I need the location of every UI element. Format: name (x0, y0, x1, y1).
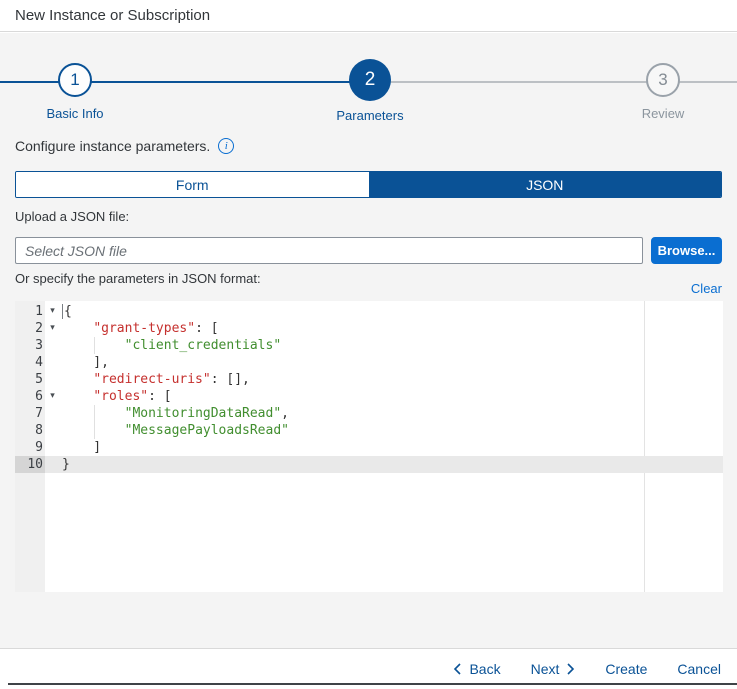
dialog-bottom-edge (8, 683, 737, 685)
browse-button[interactable]: Browse... (651, 237, 722, 264)
step-2-label: Parameters (336, 108, 403, 123)
tab-json[interactable]: JSON (369, 172, 722, 197)
editor-line-8[interactable]: 8 "MessagePayloadsRead" (15, 422, 723, 439)
form-json-segmented-control: Form JSON (15, 171, 722, 198)
line-number: 5 (15, 371, 45, 388)
text-cursor (62, 304, 63, 319)
editor-line-6[interactable]: 6▾ "roles": [ (15, 388, 723, 405)
step-3-circle[interactable]: 3 (646, 63, 680, 97)
editor-line-2[interactable]: 2▾ "grant-types": [ (15, 320, 723, 337)
line-number: 4 (15, 354, 45, 371)
dialog-content: 1 Basic Info 2 Parameters 3 Review Confi… (0, 33, 737, 648)
back-button-label: Back (469, 661, 500, 677)
fold-spacer (45, 405, 60, 422)
editor-lines[interactable]: 1▾{2▾ "grant-types": [3 "client_credenti… (15, 303, 723, 473)
configure-parameters-row: Configure instance parameters. i (15, 138, 234, 154)
code-text[interactable]: } (60, 456, 723, 473)
cancel-button[interactable]: Cancel (677, 661, 721, 677)
line-number: 6 (15, 388, 45, 405)
json-file-input[interactable] (15, 237, 643, 264)
fold-spacer (45, 422, 60, 439)
code-text[interactable]: "MonitoringDataRead", (60, 405, 723, 422)
fold-spacer (45, 371, 60, 388)
line-number: 1 (15, 303, 45, 320)
code-text[interactable]: "redirect-uris": [], (60, 371, 723, 388)
editor-line-4[interactable]: 4 ], (15, 354, 723, 371)
chevron-left-icon (453, 663, 462, 675)
editor-line-9[interactable]: 9 ] (15, 439, 723, 456)
cancel-button-label: Cancel (677, 661, 721, 677)
indent-guide (94, 422, 95, 439)
dialog-title: New Instance or Subscription (15, 7, 210, 24)
step-2-circle[interactable]: 2 (349, 59, 391, 101)
fold-spacer (45, 354, 60, 371)
create-button[interactable]: Create (605, 661, 647, 677)
info-icon[interactable]: i (218, 138, 234, 154)
step-3-label: Review (642, 106, 685, 121)
fold-arrow-icon[interactable]: ▾ (45, 303, 60, 320)
dialog-footer: Back Next Create Cancel (0, 648, 737, 689)
line-number: 10 (15, 456, 45, 473)
chevron-right-icon (566, 663, 575, 675)
wizard-stepper: 1 Basic Info 2 Parameters 3 Review (0, 33, 737, 133)
tab-form[interactable]: Form (16, 172, 369, 197)
new-instance-dialog: New Instance or Subscription 1 Basic Inf… (0, 0, 737, 689)
code-text[interactable]: { (60, 303, 723, 320)
fold-arrow-icon[interactable]: ▾ (45, 388, 60, 405)
editor-line-7[interactable]: 7 "MonitoringDataRead", (15, 405, 723, 422)
create-button-label: Create (605, 661, 647, 677)
step-basic-info[interactable]: 1 Basic Info (10, 63, 140, 121)
editor-line-5[interactable]: 5 "redirect-uris": [], (15, 371, 723, 388)
line-number: 3 (15, 337, 45, 354)
indent-guide (94, 405, 95, 422)
step-1-circle[interactable]: 1 (58, 63, 92, 97)
json-code-editor[interactable]: 1▾{2▾ "grant-types": [3 "client_credenti… (15, 301, 723, 592)
line-number: 2 (15, 320, 45, 337)
upload-json-label: Upload a JSON file: (15, 209, 129, 224)
code-text[interactable]: ] (60, 439, 723, 456)
dialog-header: New Instance or Subscription (0, 0, 737, 32)
editor-line-1[interactable]: 1▾{ (15, 303, 723, 320)
fold-spacer (45, 456, 60, 473)
indent-guide (94, 337, 95, 354)
fold-spacer (45, 439, 60, 456)
json-section-header: Or specify the parameters in JSON format… (15, 271, 722, 296)
line-number: 9 (15, 439, 45, 456)
line-number: 7 (15, 405, 45, 422)
next-button-label: Next (531, 661, 560, 677)
editor-line-3[interactable]: 3 "client_credentials" (15, 337, 723, 354)
back-button[interactable]: Back (453, 661, 500, 677)
code-text[interactable]: ], (60, 354, 723, 371)
next-button[interactable]: Next (531, 661, 576, 677)
fold-spacer (45, 337, 60, 354)
clear-button[interactable]: Clear (691, 281, 722, 296)
code-text[interactable]: "client_credentials" (60, 337, 723, 354)
code-text[interactable]: "roles": [ (60, 388, 723, 405)
step-review[interactable]: 3 Review (598, 63, 728, 121)
code-text[interactable]: "grant-types": [ (60, 320, 723, 337)
code-text[interactable]: "MessagePayloadsRead" (60, 422, 723, 439)
editor-line-10[interactable]: 10} (15, 456, 723, 473)
fold-arrow-icon[interactable]: ▾ (45, 320, 60, 337)
json-section-label: Or specify the parameters in JSON format… (15, 271, 261, 286)
configure-parameters-text: Configure instance parameters. (15, 138, 210, 154)
step-parameters[interactable]: 2 Parameters (305, 59, 435, 123)
line-number: 8 (15, 422, 45, 439)
step-1-label: Basic Info (46, 106, 103, 121)
upload-row: Browse... (15, 237, 722, 264)
